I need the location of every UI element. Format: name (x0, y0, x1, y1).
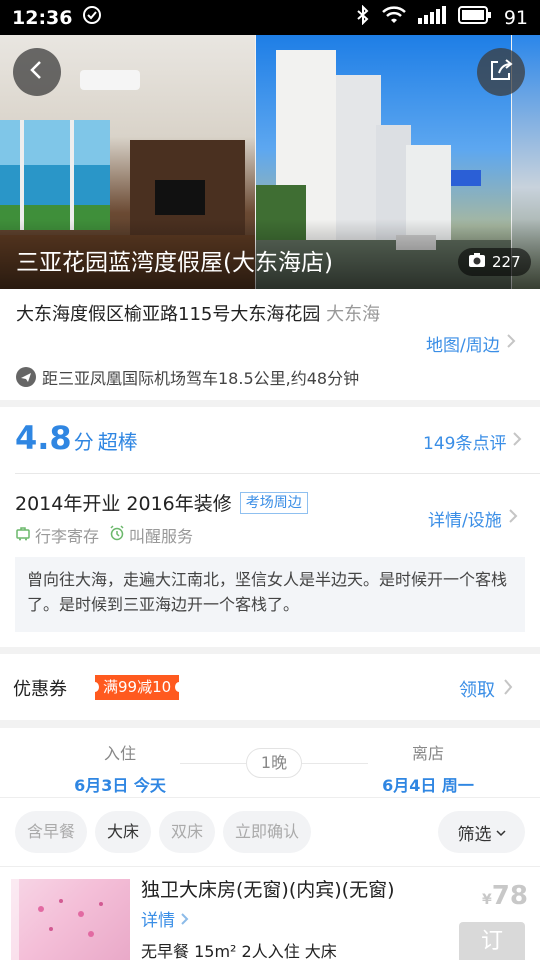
alarm-clock-icon (109, 525, 125, 545)
reviews-link[interactable]: 149条点评 (423, 429, 522, 454)
airport-distance: 距三亚凤凰国际机场驾车18.5公里,约48分钟 (16, 365, 359, 389)
divider (0, 797, 540, 798)
photo-count: 227 (492, 253, 521, 271)
filter-breakfast[interactable]: 含早餐 (15, 811, 88, 853)
chevron-left-icon (26, 59, 48, 85)
rating-info-section: 4.8 分 超棒 149条点评 2014年开业 2016年装修 考场周边 详情/… (0, 407, 540, 647)
checkout-date-picker[interactable]: 离店 6月4日 周一 (368, 740, 488, 796)
room-name[interactable]: 独卫大床房(无窗)(内宾)(无窗) 详情 (141, 875, 401, 936)
bluetooth-icon (356, 4, 370, 30)
checkout-date: 6月4日 周一 (382, 776, 474, 795)
price-currency: ¥ (482, 892, 492, 908)
coupon-title: 优惠券 (13, 679, 67, 700)
room-title-text: 独卫大床房(无窗)(内宾)(无窗) (141, 879, 395, 901)
status-bar: 12:36 91 (0, 0, 540, 35)
address-district: 大东海 (326, 304, 381, 325)
service-wakeup-label: 叫醒服务 (129, 527, 194, 546)
room-filter-chips: 含早餐 大床 双床 立即确认 (15, 811, 312, 853)
hotel-address: 大东海度假区榆亚路115号大东海花园 大东海 (16, 302, 416, 327)
room-price: ¥78 (482, 881, 528, 911)
address-section[interactable]: 大东海度假区榆亚路115号大东海花园 大东海 地图/周边 距三亚凤凰国际机场驾车… (0, 289, 540, 400)
luggage-icon (15, 525, 31, 545)
reviews-count: 149条点评 (423, 434, 507, 454)
checkin-date-picker[interactable]: 入住 6月3日 今天 (60, 740, 180, 796)
room-detail-label: 详情 (141, 911, 175, 931)
check-circle-icon (82, 5, 102, 30)
hotel-photo-gallery[interactable]: 三亚花园蓝湾度假屋(大东海店) 227 (0, 35, 540, 289)
filter-button[interactable]: 筛选 (438, 811, 525, 853)
chevron-right-icon (506, 333, 516, 354)
divider (15, 473, 540, 474)
price-value: 78 (491, 881, 528, 911)
back-button[interactable] (13, 48, 61, 96)
chevron-right-icon (512, 431, 522, 452)
filter-double-bed[interactable]: 大床 (95, 811, 152, 853)
service-luggage: 行李寄存 (15, 523, 99, 547)
booking-section: 入住 6月3日 今天 1晚 离店 6月4日 周一 含早餐 大床 双床 立即确认 … (0, 728, 540, 960)
room-meta: 无早餐 15m² 2人入住 大床 (141, 942, 337, 960)
score-label: 超棒 (97, 430, 138, 454)
chevron-down-icon (495, 822, 506, 842)
divider (0, 866, 540, 867)
checkout-label: 离店 (411, 744, 444, 763)
claim-label: 领取 (459, 680, 495, 701)
share-button[interactable] (477, 48, 525, 96)
claim-coupon-button[interactable]: 领取 (459, 676, 513, 702)
divider (302, 763, 368, 764)
battery-icon (457, 6, 492, 29)
service-luggage-label: 行李寄存 (35, 527, 100, 546)
chevron-right-icon (508, 508, 518, 529)
service-wakeup: 叫醒服务 (109, 523, 193, 547)
address-text: 大东海度假区榆亚路115号大东海花园 (16, 304, 321, 325)
battery-level: 91 (503, 6, 528, 29)
airplane-icon (16, 367, 36, 387)
room-photo[interactable] (11, 879, 130, 960)
service-list: 行李寄存 叫醒服务 (15, 523, 193, 547)
coupon-section[interactable]: 优惠券 满99减10 领取 (0, 654, 540, 720)
details-facilities-link[interactable]: 详情/设施 (428, 506, 518, 531)
camera-icon (468, 252, 486, 272)
facility-link-label: 详情/设施 (428, 511, 502, 531)
checkin-label: 入住 (103, 744, 136, 763)
opening-years: 2014年开业 2016年装修 (15, 493, 232, 515)
nights-count: 1晚 (246, 748, 302, 778)
photo-count-badge[interactable]: 227 (458, 248, 531, 276)
score-value: 4.8 (15, 419, 72, 457)
chevron-right-icon (503, 678, 513, 701)
map-nearby-link[interactable]: 地图/周边 (426, 331, 516, 356)
status-time: 12:36 (12, 6, 73, 29)
divider (180, 763, 246, 764)
opening-info: 2014年开业 2016年装修 考场周边 (15, 489, 308, 516)
chevron-right-icon (180, 911, 190, 931)
room-detail-link[interactable]: 详情 (141, 911, 190, 931)
owner-quote: 曾向往大海，走遍大江南北，坚信女人是半边天。是时候开一个客栈了。是时候到三亚海边… (15, 557, 525, 632)
book-button[interactable]: 订 (459, 922, 525, 960)
signal-icon (417, 6, 446, 29)
checkin-date: 6月3日 今天 (74, 776, 166, 795)
share-icon (487, 56, 515, 88)
filter-twin-bed[interactable]: 双床 (159, 811, 216, 853)
filter-instant-confirm[interactable]: 立即确认 (223, 811, 312, 853)
wifi-icon (381, 6, 406, 29)
map-link-label: 地图/周边 (426, 336, 500, 356)
location-tag: 考场周边 (239, 491, 308, 514)
distance-text: 距三亚凤凰国际机场驾车18.5公里,约48分钟 (42, 369, 360, 388)
coupon-badge: 满99减10 (90, 675, 184, 700)
rating-score[interactable]: 4.8 分 超棒 (15, 419, 138, 457)
score-unit: 分 (73, 430, 94, 454)
hotel-name: 三亚花园蓝湾度假屋(大东海店) (16, 250, 333, 276)
filter-button-label: 筛选 (457, 824, 492, 845)
